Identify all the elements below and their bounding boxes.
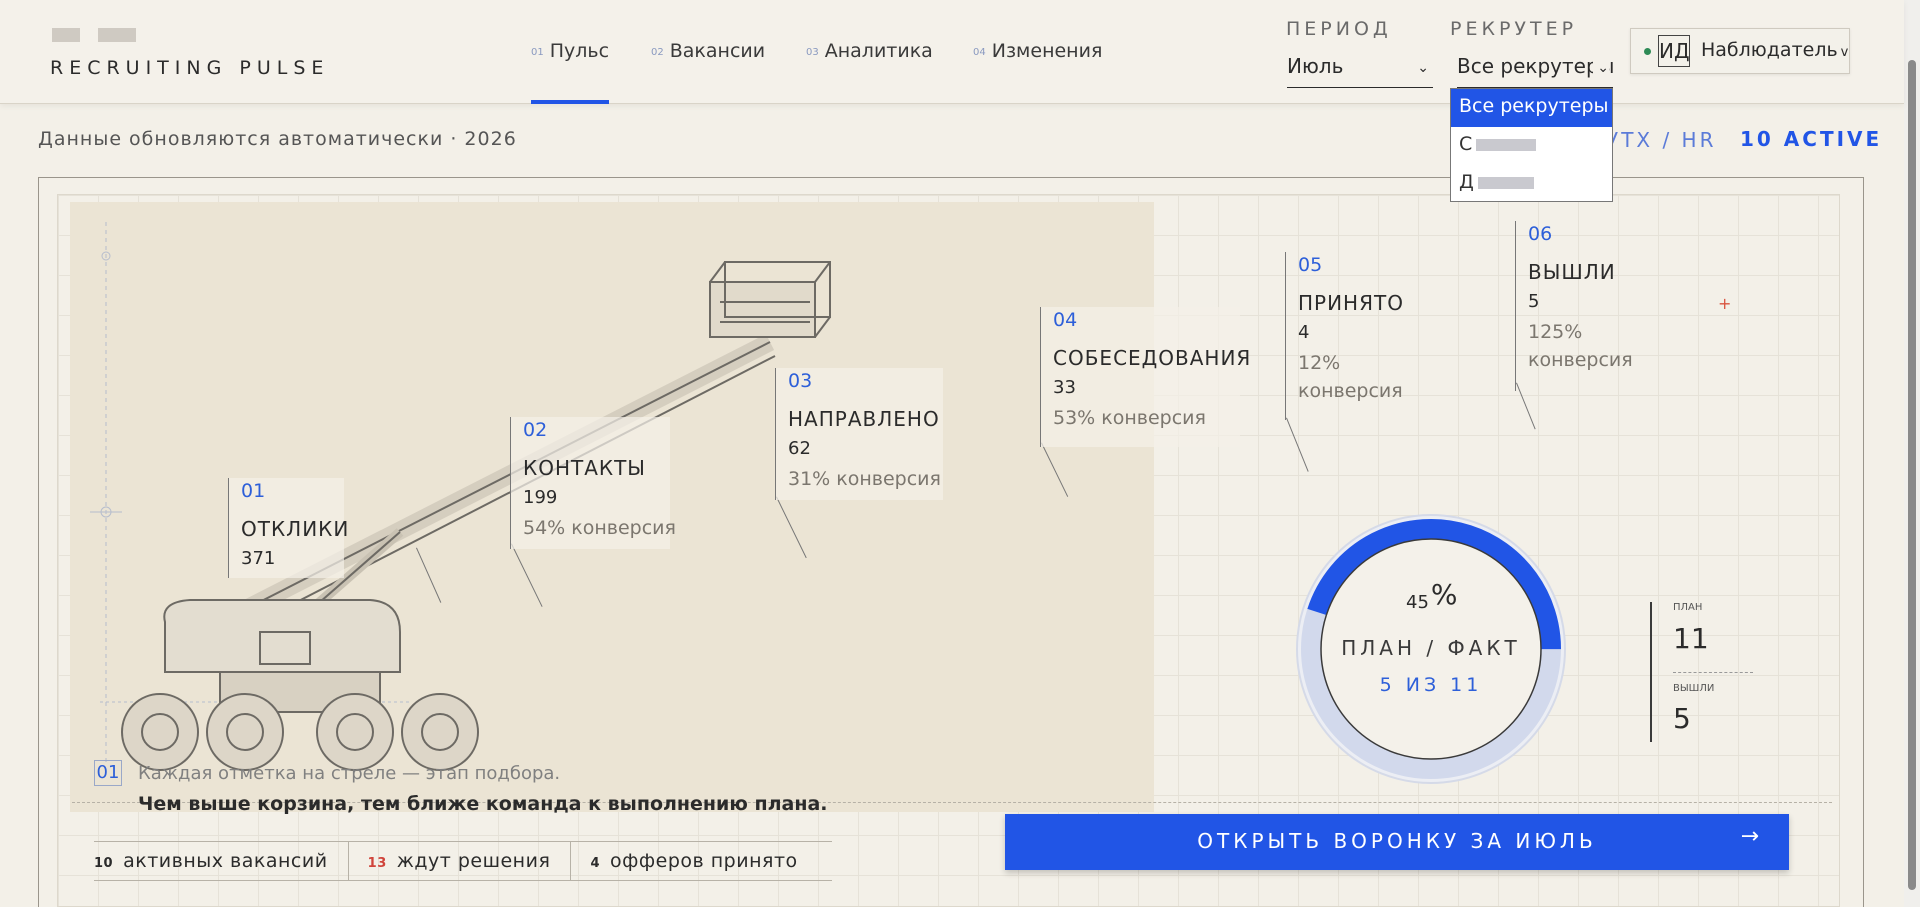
stage-number: 05 <box>1298 254 1323 276</box>
update-subtitle: Данные обновляются автоматически · 2026 <box>38 128 517 150</box>
stage-name: ОТКЛИКИ <box>241 517 350 541</box>
summary-stats: 10 активных вакансий 13 ждут решения 4 оффе… <box>94 841 832 881</box>
divider <box>1673 672 1753 673</box>
stage-name: НАПРАВЛЕНО <box>788 407 940 431</box>
stage-conversion: 54% конверсия <box>523 517 676 539</box>
user-menu-button[interactable]: ИД Наблюдатель v <box>1630 28 1850 74</box>
nav-tab-analytics[interactable]: 03 Аналитика <box>806 40 933 62</box>
nav-tab-label: Вакансии <box>669 40 766 62</box>
caption-emphasis: Чем выше корзина, тем ближе команда к вы… <box>138 793 828 815</box>
stage-name: КОНТАКТЫ <box>523 456 646 480</box>
stage-number: 01 <box>241 480 266 502</box>
scrollbar-thumb[interactable] <box>1908 60 1916 890</box>
avatar: ИД <box>1658 35 1690 67</box>
nav-tab-number: 04 <box>973 47 986 58</box>
stage-conversion-percent: 125% <box>1528 321 1583 343</box>
caption-text: Каждая отметка на стреле — этап подбора. <box>138 763 561 784</box>
nav-tab-changes[interactable]: 04 Изменения <box>973 40 1102 62</box>
stage-value: 33 <box>1053 377 1076 398</box>
stage-conversion: 31% конверсия <box>788 468 941 490</box>
gauge-title: ПЛАН / ФАКТ <box>1341 636 1521 660</box>
plus-marker-icon: + <box>1718 294 1732 313</box>
nav-tab-number: 03 <box>806 47 819 58</box>
nav-tab-label: Пульс <box>549 40 610 62</box>
stat-active-vacancies[interactable]: 10 активных вакансий <box>94 842 349 880</box>
nav-tab-pulse[interactable]: 01 Пульс <box>531 40 609 62</box>
stage-value: 199 <box>523 487 558 508</box>
open-funnel-label: ОТКРЫТЬ ВОРОНКУ ЗА ИЮЛЬ <box>1197 829 1597 853</box>
gauge-progress-text: 5 ИЗ 11 <box>1379 674 1483 696</box>
funnel-stage-hired[interactable]: 05 ПРИНЯТО 4 12% конверсия <box>1285 252 1415 420</box>
stage-name: ПРИНЯТО <box>1298 291 1404 315</box>
recruiter-label: РЕКРУТЕР <box>1450 18 1578 40</box>
plan-value: 11 <box>1673 622 1709 655</box>
period-label: ПЕРИОД <box>1286 18 1392 40</box>
stage-conversion-label: конверсия <box>1298 380 1403 402</box>
stat-awaiting-decision[interactable]: 13 ждут решения <box>368 842 572 880</box>
recruiter-dropdown-list: Все рекрутеры С Д <box>1450 88 1613 202</box>
funnel-stage-started[interactable]: 06 ВЫШЛИ 5 125% конверсия <box>1515 221 1645 391</box>
stage-value: 62 <box>788 438 811 459</box>
out-value: 5 <box>1673 702 1691 735</box>
period-select[interactable]: Июль ⌄ <box>1287 54 1433 88</box>
nav-tab-vacancies[interactable]: 02 Вакансии <box>651 40 765 62</box>
funnel-stage-interviews[interactable]: 04 СОБЕСЕДОВАНИЯ 33 53% конверсия <box>1040 307 1252 447</box>
funnel-stage-responses[interactable]: 01 ОТКЛИКИ 371 <box>228 478 350 578</box>
page-scrollbar[interactable] <box>1904 0 1920 907</box>
nav-tab-label: Аналитика <box>824 40 933 62</box>
online-status-icon <box>1644 48 1651 55</box>
stat-offers-accepted[interactable]: 4 офферов принято <box>590 842 817 880</box>
stage-name: СОБЕСЕДОВАНИЯ <box>1053 346 1252 370</box>
nav-tab-number: 01 <box>531 47 544 58</box>
chevron-down-icon: v <box>1840 45 1849 60</box>
user-role-label: Наблюдатель v <box>1701 39 1849 61</box>
stage-name: ВЫШЛИ <box>1528 260 1616 284</box>
stage-conversion-label: конверсия <box>1528 349 1633 371</box>
stage-number: 04 <box>1053 309 1078 331</box>
gauge-percent: 45% <box>1406 578 1458 613</box>
recruiter-select-value: Все рекрутеры <box>1457 54 1613 78</box>
chevron-down-icon: ⌄ <box>1593 60 1609 76</box>
recruiter-select[interactable]: Все рекрутеры ⌄ <box>1457 54 1613 88</box>
caption-number: 01 <box>94 760 122 786</box>
funnel-stage-contacts[interactable]: 02 КОНТАКТЫ 199 54% конверсия <box>510 417 676 549</box>
stage-number: 03 <box>788 370 813 392</box>
plan-label: ПЛАН <box>1673 602 1703 613</box>
nav-tab-label: Изменения <box>991 40 1103 62</box>
plan-summary: ПЛАН 11 ВЫШЛИ 5 <box>1650 602 1754 742</box>
recruiter-option[interactable]: С <box>1451 127 1612 165</box>
stage-number: 02 <box>523 419 548 441</box>
stage-conversion-percent: 12% <box>1298 352 1341 374</box>
stage-value: 4 <box>1298 322 1310 343</box>
funnel-stage-sent[interactable]: 03 НАПРАВЛЕНО 62 31% конверсия <box>775 368 943 500</box>
active-tab-indicator <box>531 100 609 104</box>
arrow-right-icon: → <box>1740 824 1759 849</box>
chevron-down-icon: ⌄ <box>1417 60 1429 76</box>
active-count-tag: 10 ACTIVE <box>1740 127 1883 151</box>
department-tag: УТХ / HR <box>1606 128 1717 152</box>
redacted-text <box>1477 176 1534 189</box>
stage-value: 371 <box>241 548 276 569</box>
stage-conversion: 53% конверсия <box>1053 407 1206 429</box>
open-funnel-button[interactable]: ОТКРЫТЬ ВОРОНКУ ЗА ИЮЛЬ → <box>1005 814 1789 870</box>
plan-fact-gauge: 45% ПЛАН / ФАКТ 5 ИЗ 11 <box>1294 512 1568 786</box>
stage-number: 06 <box>1528 223 1553 245</box>
top-navigation-bar: RECRUITING PULSE 01 Пульс 02 Вакансии 03 Ан… <box>0 0 1904 104</box>
recruiter-option-all[interactable]: Все рекрутеры <box>1451 89 1612 127</box>
brand-title: RECRUITING PULSE <box>50 57 330 79</box>
redacted-text <box>1476 138 1537 151</box>
recruiter-option[interactable]: Д <box>1451 165 1612 203</box>
out-label: ВЫШЛИ <box>1673 683 1715 694</box>
nav-tab-number: 02 <box>651 47 664 58</box>
stage-value: 5 <box>1528 291 1540 312</box>
logo-mark <box>52 27 154 46</box>
period-select-value: Июль <box>1287 54 1344 78</box>
